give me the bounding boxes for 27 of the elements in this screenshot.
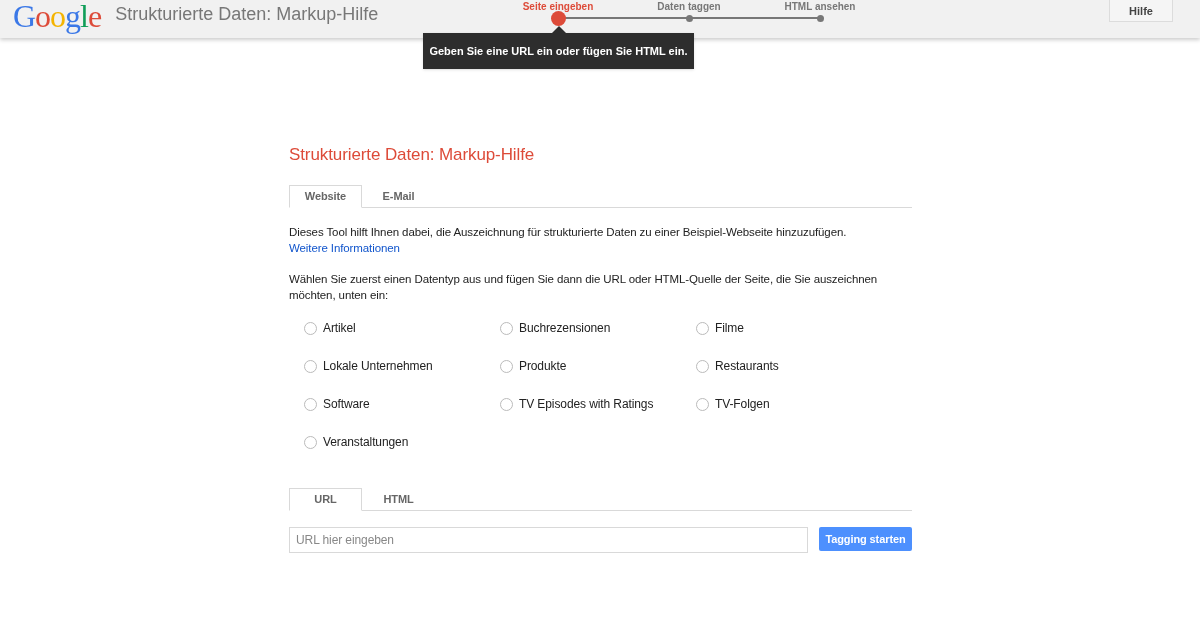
radio-option[interactable]: TV-Folgen: [696, 396, 892, 412]
step-label: HTML ansehen: [784, 1, 856, 12]
radio-option[interactable]: Artikel: [304, 320, 500, 336]
step-label: Seite eingeben: [522, 1, 594, 12]
tab[interactable]: URL: [289, 488, 362, 511]
url-field[interactable]: URL hier eingeben: [289, 527, 808, 553]
tooltip: Geben Sie eine URL ein oder fügen Sie HTML ein.: [423, 33, 694, 69]
radio-option[interactable]: Filme: [696, 320, 892, 336]
tooltip-arrow: [552, 26, 566, 33]
radio-option[interactable]: Lokale Unternehmen: [304, 358, 500, 374]
radio-option[interactable]: TV Episodes with Ratings: [500, 396, 696, 412]
instruction-text: Wählen Sie zuerst einen Datentyp aus und fügen Sie dann die URL oder HTML-Quelle der Seite, die Sie auszeichnen möchten, unten ein:: [289, 272, 879, 303]
logo: Google: [13, 0, 102, 36]
step-label: Daten taggen: [657, 1, 721, 12]
help-button[interactable]: Hilfe: [1109, 0, 1173, 22]
app-title: Strukturierte Daten: Markup-Hilfe: [115, 3, 379, 26]
page-heading: Strukturierte Daten: Markup-Hilfe: [289, 144, 536, 166]
tab[interactable]: Website: [289, 185, 362, 208]
intro-text: Dieses Tool hilft Ihnen dabei, die Auszeichnung für strukturierte Daten zu einer Beispiel-Webseite hinzuzufügen. Weitere Informationen: [289, 225, 848, 256]
radio-option[interactable]: Restaurants: [696, 358, 892, 374]
radio-option[interactable]: Software: [304, 396, 500, 412]
radio-option[interactable]: Produkte: [500, 358, 696, 374]
radio-option[interactable]: Veranstaltungen: [304, 434, 500, 450]
more-info-link[interactable]: Weitere Informationen: [289, 242, 400, 254]
tab[interactable]: HTML: [362, 488, 435, 511]
radio-option[interactable]: Buchrezensionen: [500, 320, 696, 336]
tab[interactable]: E-Mail: [362, 185, 435, 208]
